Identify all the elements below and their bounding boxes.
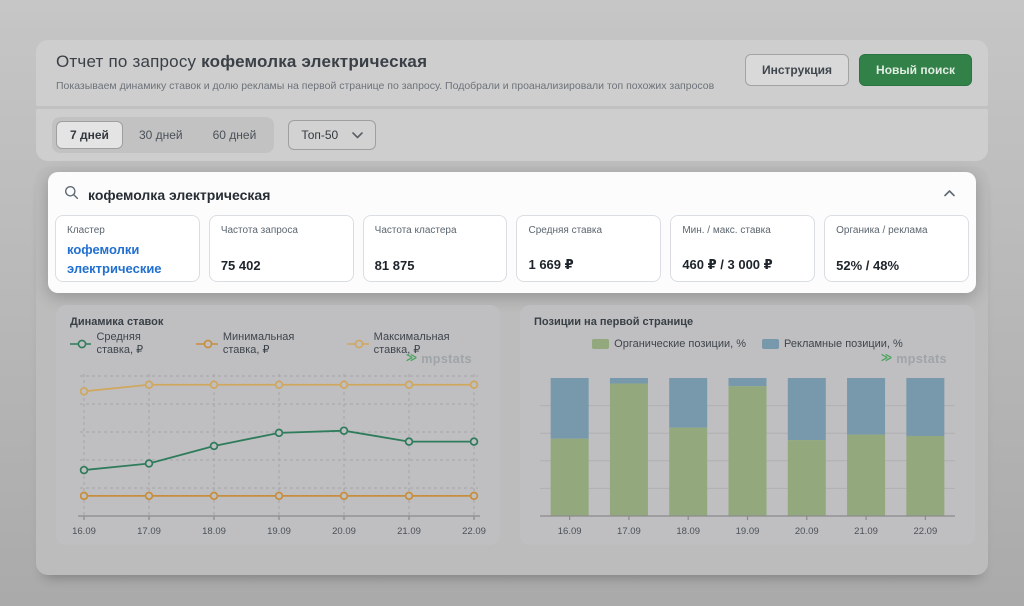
positions-chart-card: Позиции на первой странице Органические … (520, 305, 975, 545)
report-header: Отчет по запросу кофемолка электрическая… (36, 40, 988, 106)
top-n-select[interactable]: Топ-50 (288, 120, 376, 150)
ads-bar-segment[interactable] (551, 378, 589, 439)
stat-card-min-max-bid: Мин. / макс. ставка 460 ₽ / 3 000 ₽ (670, 215, 815, 282)
query-text: кофемолка электрическая (88, 187, 270, 203)
x-tick-label: 20.09 (795, 526, 819, 537)
page-title-prefix: Отчет по запросу (56, 52, 196, 71)
legend-line-marker-icon (347, 339, 368, 349)
stat-card-cluster-frequency: Частота кластера 81 875 (363, 215, 508, 282)
watermark-text: mpstats (896, 352, 947, 366)
period-7-days[interactable]: 7 дней (56, 121, 123, 149)
positions-title: Позиции на первой странице (534, 316, 961, 328)
organic-bar-segment[interactable] (788, 440, 826, 516)
stat-label: Частота запроса (221, 225, 342, 236)
mpstats-logo-icon: ≫ (406, 353, 418, 364)
x-tick-label: 18.09 (676, 526, 700, 537)
x-tick-label: 18.09 (202, 526, 226, 537)
organic-bar-segment[interactable] (729, 386, 767, 516)
query-summary-panel: кофемолка электрическая Кластер кофемолк… (48, 172, 976, 293)
new-search-button[interactable]: Новый поиск (859, 54, 972, 86)
stat-value: 75 402 (221, 258, 342, 273)
period-segmented-control: 7 дней 30 дней 60 дней (52, 117, 274, 153)
stat-label: Средняя ставка (528, 225, 649, 236)
legend-item[interactable]: Рекламные позиции, % (762, 338, 903, 350)
legend-label: Рекламные позиции, % (784, 338, 903, 350)
instruction-button[interactable]: Инструкция (745, 54, 849, 86)
x-tick-label: 21.09 (854, 526, 878, 537)
organic-bar-segment[interactable] (610, 384, 648, 516)
x-tick-label: 21.09 (397, 526, 421, 537)
x-tick-label: 17.09 (137, 526, 161, 537)
positions-legend: Органические позиции, % Рекламные позиции… (534, 337, 961, 350)
x-tick-label: 16.09 (72, 526, 96, 537)
x-tick-label: 17.09 (617, 526, 641, 537)
stat-value: 460 ₽ / 3 000 ₽ (682, 257, 803, 273)
legend-item[interactable]: Средняя ставка, ₽ (70, 331, 180, 356)
positions-plot: 16.09 17.09 18.09 19.09 20.09 21.09 22.09 (534, 366, 961, 552)
bid-dynamics-title: Динамика ставок (70, 316, 486, 328)
query-row: кофемолка электрическая (48, 172, 976, 213)
organic-bar-segment[interactable] (551, 439, 589, 516)
x-tick-label: 22.09 (462, 526, 486, 537)
organic-bar-segment[interactable] (669, 428, 707, 516)
stat-card-cluster: Кластер кофемолки электрические (55, 215, 200, 282)
period-60-days[interactable]: 60 дней (199, 121, 271, 149)
ads-bar-segment[interactable] (729, 378, 767, 386)
organic-bar-segment[interactable] (906, 436, 944, 516)
stat-label: Кластер (67, 225, 188, 236)
legend-label: Средняя ставка, ₽ (96, 331, 180, 356)
mpstats-logo-icon: ≫ (881, 353, 893, 364)
stat-cards-row: Кластер кофемолки электрические Частота … (48, 213, 976, 282)
stat-value: 1 669 ₽ (528, 257, 649, 273)
x-tick-label: 20.09 (332, 526, 356, 537)
stat-label: Мин. / макс. ставка (682, 225, 803, 236)
ads-bar-segment[interactable] (788, 378, 826, 440)
legend-swatch-icon (762, 339, 779, 349)
stat-value: 81 875 (375, 258, 496, 273)
x-tick-label: 19.09 (267, 526, 291, 537)
ads-bar-segment[interactable] (610, 378, 648, 384)
ads-bar-segment[interactable] (906, 378, 944, 436)
legend-label: Органические позиции, % (614, 338, 746, 350)
stat-card-query-frequency: Частота запроса 75 402 (209, 215, 354, 282)
bid-dynamics-legend: Средняя ставка, ₽Минимальная ставка, ₽Ма… (70, 337, 486, 350)
page-title-query: кофемолка электрическая (201, 52, 427, 71)
bid-dynamics-plot: 16.09 17.09 18.09 19.09 20.09 21.09 22.09 (70, 366, 486, 552)
stat-value: 52% / 48% (836, 258, 957, 273)
chevron-down-icon (352, 132, 363, 139)
ads-bar-segment[interactable] (847, 378, 885, 435)
collapse-chevron-up-icon[interactable] (940, 184, 958, 202)
stat-card-average-bid: Средняя ставка 1 669 ₽ (516, 215, 661, 282)
search-icon (64, 185, 79, 205)
cluster-link[interactable]: кофемолки электрические (67, 241, 188, 279)
x-tick-label: 19.09 (736, 526, 760, 537)
legend-item[interactable]: Органические позиции, % (592, 338, 746, 350)
legend-item[interactable]: Минимальная ставка, ₽ (196, 331, 331, 356)
stat-card-organic-ads: Органика / реклама 52% / 48% (824, 215, 969, 282)
x-tick-label: 22.09 (913, 526, 937, 537)
x-tick-label: 16.09 (558, 526, 582, 537)
watermark-text: mpstats (421, 352, 472, 366)
top-n-select-value: Топ-50 (301, 128, 338, 142)
filter-bar: 7 дней 30 дней 60 дней Топ-50 (36, 109, 988, 161)
bid-dynamics-chart-card: Динамика ставок Средняя ставка, ₽Минимал… (56, 305, 500, 545)
legend-label: Минимальная ставка, ₽ (223, 331, 331, 356)
legend-line-marker-icon (196, 339, 217, 349)
legend-swatch-icon (592, 339, 609, 349)
organic-bar-segment[interactable] (847, 435, 885, 516)
stat-label: Частота кластера (375, 225, 496, 236)
ads-bar-segment[interactable] (669, 378, 707, 428)
report-page: Отчет по запросу кофемолка электрическая… (0, 0, 1024, 606)
legend-line-marker-icon (70, 339, 91, 349)
stat-label: Органика / реклама (836, 225, 957, 236)
watermark: ≫ mpstats (534, 351, 961, 366)
period-30-days[interactable]: 30 дней (125, 121, 197, 149)
